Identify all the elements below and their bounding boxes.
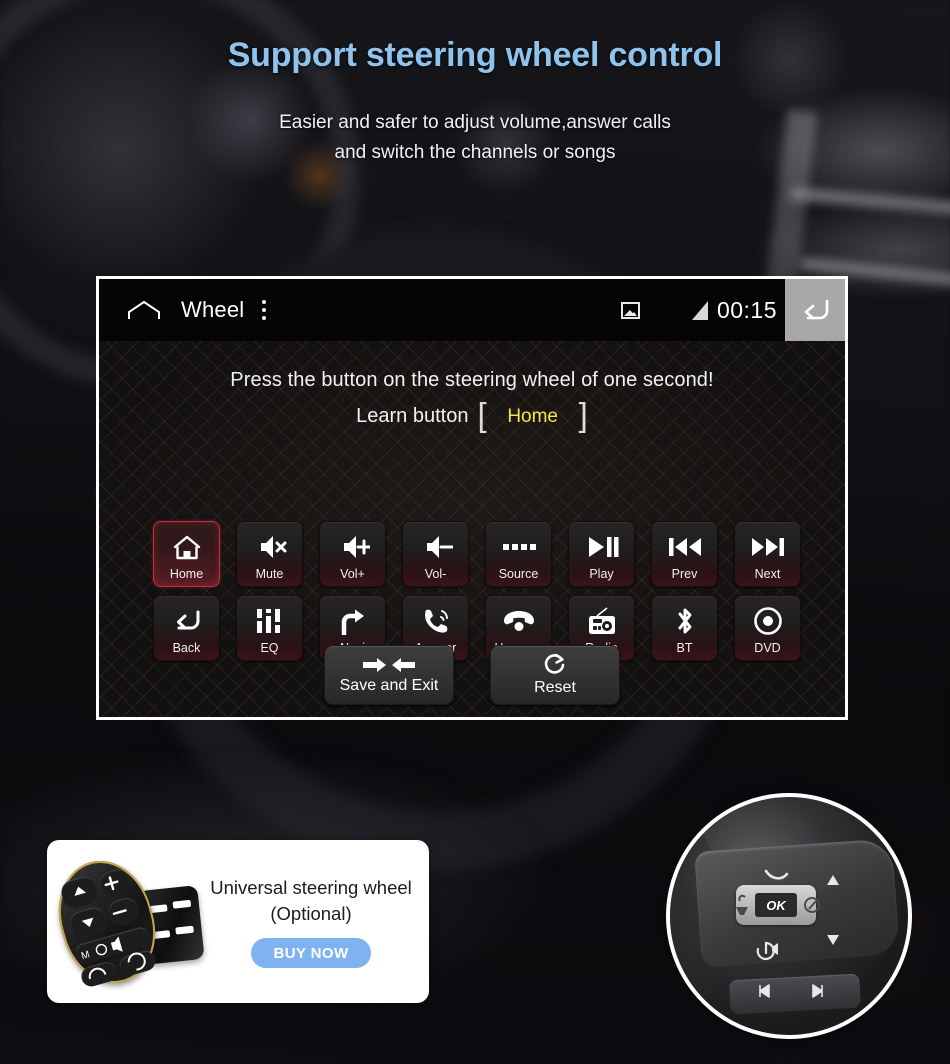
bracket-left: [ bbox=[477, 396, 487, 433]
buy-now-button[interactable]: BUY NOW bbox=[251, 938, 371, 968]
picture-icon bbox=[620, 301, 640, 319]
app-title: Wheel bbox=[181, 297, 245, 322]
home-outline-icon[interactable] bbox=[127, 300, 161, 320]
promo-title-line-1: Universal steering wheel bbox=[210, 877, 412, 898]
function-button-label: Vol+ bbox=[340, 567, 365, 581]
function-button-label: Play bbox=[589, 567, 614, 581]
action-button-row: Save and Exit Reset bbox=[99, 645, 845, 705]
status-bar: Wheel 00:15 bbox=[99, 279, 845, 341]
promo-title-line-2: (Optional) bbox=[270, 903, 352, 924]
function-button-label: Mute bbox=[255, 567, 284, 581]
promo-text-column: Universal steering wheel (Optional) BUY … bbox=[203, 875, 429, 968]
page-title: Support steering wheel control bbox=[227, 36, 723, 74]
function-button-volume-down[interactable]: Vol- bbox=[402, 521, 469, 587]
instruction-text: Press the button on the steering wheel o… bbox=[230, 369, 714, 391]
overflow-menu-icon[interactable] bbox=[262, 300, 267, 320]
learn-button-value: Home bbox=[507, 405, 558, 427]
page-subtitle: Easier and safer to adjust volume,answer… bbox=[0, 108, 950, 168]
bluetooth-icon bbox=[674, 605, 696, 637]
function-button-play[interactable]: Play bbox=[568, 521, 635, 587]
function-button-source[interactable]: Source bbox=[485, 521, 552, 587]
phone-answer-icon bbox=[421, 605, 451, 637]
learn-button-label: Learn button bbox=[356, 405, 469, 427]
function-button-next[interactable]: Next bbox=[734, 521, 801, 587]
bracket-right: ] bbox=[578, 396, 588, 433]
function-button-label: Home bbox=[169, 567, 204, 581]
promo-card[interactable]: M Universal steering wheel (Optional) BU… bbox=[45, 840, 429, 1003]
next-track-icon bbox=[751, 531, 785, 563]
action-button-label: Reset bbox=[534, 679, 576, 696]
wheel-learning-panel: Press the button on the steering wheel o… bbox=[99, 341, 845, 717]
back-undo-icon bbox=[171, 605, 203, 637]
function-button-label: Source bbox=[498, 567, 539, 581]
svg-text:M: M bbox=[80, 949, 91, 962]
phone-hangup-icon bbox=[502, 605, 536, 637]
save-and-exit-button[interactable]: Save and Exit bbox=[324, 645, 454, 705]
learn-button-row: Learn button [ Home ] bbox=[99, 396, 845, 433]
previous-track-icon bbox=[668, 531, 702, 563]
back-arrow-icon[interactable] bbox=[785, 279, 845, 341]
function-button-mute[interactable]: Mute bbox=[236, 521, 303, 587]
function-button-volume-up[interactable]: Vol+ bbox=[319, 521, 386, 587]
arrows-inward-icon bbox=[359, 655, 419, 675]
radio-icon bbox=[587, 605, 617, 637]
play-pause-icon bbox=[585, 531, 619, 563]
volume-down-icon bbox=[419, 531, 453, 563]
equalizer-icon bbox=[256, 605, 284, 637]
volume-up-icon bbox=[336, 531, 370, 563]
source-dots-icon bbox=[502, 531, 536, 563]
wheel-glyphs bbox=[736, 869, 839, 998]
refresh-circle-icon bbox=[542, 653, 568, 677]
remote-body: M bbox=[45, 849, 169, 994]
subtitle-line-2: and switch the channels or songs bbox=[334, 142, 616, 163]
volume-mute-icon bbox=[253, 531, 287, 563]
function-button-label: Prev bbox=[671, 567, 698, 581]
status-bar-right: 00:15 bbox=[620, 279, 845, 341]
subtitle-line-1: Easier and safer to adjust volume,answer… bbox=[279, 112, 671, 133]
function-button-label: Next bbox=[754, 567, 781, 581]
function-button-label: Vol- bbox=[424, 567, 447, 581]
function-button-grid: Home Mute Vol+ Vol- Source Play Prev Nex… bbox=[145, 521, 809, 661]
clock-label: 00:15 bbox=[716, 296, 777, 323]
action-button-label: Save and Exit bbox=[339, 677, 439, 694]
home-icon bbox=[172, 531, 202, 563]
function-button-previous[interactable]: Prev bbox=[651, 521, 718, 587]
page-root: Support steering wheel control Easier an… bbox=[0, 0, 950, 1064]
reset-button[interactable]: Reset bbox=[490, 645, 620, 705]
turn-right-arrow-icon bbox=[339, 605, 367, 637]
signal-triangle-icon bbox=[691, 300, 708, 320]
function-button-home[interactable]: Home bbox=[153, 521, 220, 587]
universal-steering-wheel-remote-photo: M bbox=[45, 849, 205, 994]
steering-wheel-buttons-photo: OK bbox=[666, 793, 912, 1039]
disc-icon bbox=[753, 605, 782, 637]
head-unit-screen: Wheel 00:15 Press the button on the stee… bbox=[96, 276, 848, 720]
